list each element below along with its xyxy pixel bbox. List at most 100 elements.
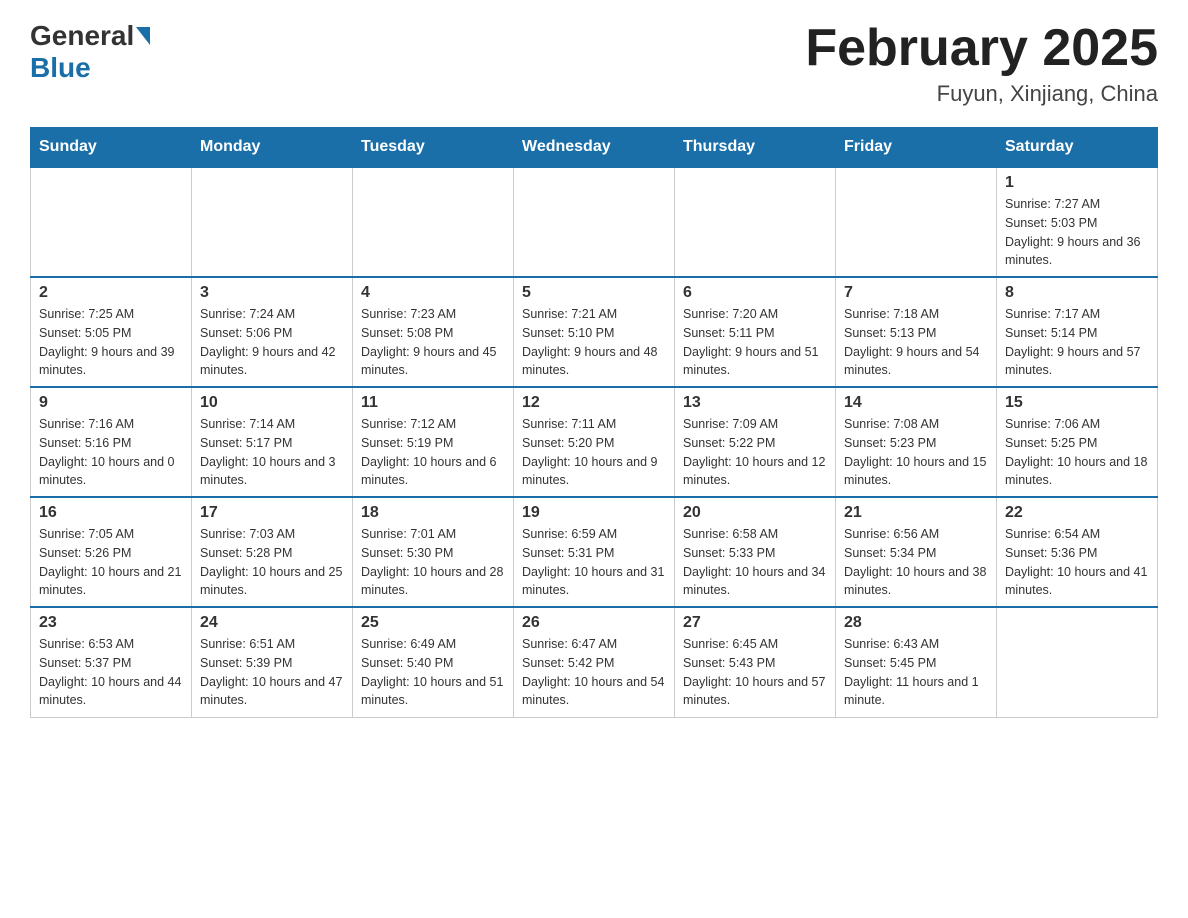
header-cell-monday: Monday [192,128,353,168]
day-number: 24 [200,614,344,632]
week-row-3: 16 Sunrise: 7:05 AMSunset: 5:26 PMDayligh… [31,497,1158,607]
header-row: SundayMondayTuesdayWednesdayThursdayFrid… [31,128,1158,168]
day-info: Sunrise: 6:43 AMSunset: 5:45 PMDaylight:… [844,635,988,710]
logo-text: General [30,20,150,52]
day-info: Sunrise: 7:21 AMSunset: 5:10 PMDaylight:… [522,305,666,380]
calendar-table: SundayMondayTuesdayWednesdayThursdayFrid… [30,127,1158,718]
day-info: Sunrise: 7:23 AMSunset: 5:08 PMDaylight:… [361,305,505,380]
calendar-cell: 25 Sunrise: 6:49 AMSunset: 5:40 PMDayligh… [353,607,514,717]
location-title: Fuyun, Xinjiang, China [805,81,1158,107]
header-cell-tuesday: Tuesday [353,128,514,168]
day-number: 17 [200,504,344,522]
day-info: Sunrise: 7:05 AMSunset: 5:26 PMDaylight:… [39,525,183,600]
day-info: Sunrise: 7:03 AMSunset: 5:28 PMDaylight:… [200,525,344,600]
calendar-cell: 13Sunrise: 7:09 AMSunset: 5:22 PMDayligh… [675,387,836,497]
calendar-cell: 22Sunrise: 6:54 AMSunset: 5:36 PMDayligh… [997,497,1158,607]
calendar-cell: 4 Sunrise: 7:23 AMSunset: 5:08 PMDaylight… [353,277,514,387]
calendar-cell [514,167,675,277]
day-info: Sunrise: 7:09 AMSunset: 5:22 PMDaylight:… [683,415,827,490]
calendar-cell [675,167,836,277]
day-info: Sunrise: 7:18 AMSunset: 5:13 PMDaylight:… [844,305,988,380]
calendar-cell [31,167,192,277]
calendar-cell: 19 Sunrise: 6:59 AMSunset: 5:31 PMDayligh… [514,497,675,607]
day-number: 27 [683,614,827,632]
calendar-cell: 18Sunrise: 7:01 AMSunset: 5:30 PMDayligh… [353,497,514,607]
calendar-cell [997,607,1158,717]
calendar-cell: 15 Sunrise: 7:06 AMSunset: 5:25 PMDayligh… [997,387,1158,497]
calendar-cell: 20Sunrise: 6:58 AMSunset: 5:33 PMDayligh… [675,497,836,607]
header-cell-friday: Friday [836,128,997,168]
day-info: Sunrise: 6:54 AMSunset: 5:36 PMDaylight:… [1005,525,1149,600]
day-number: 14 [844,394,988,412]
day-number: 15 [1005,394,1149,412]
calendar-cell: 26 Sunrise: 6:47 AMSunset: 5:42 PMDayligh… [514,607,675,717]
day-info: Sunrise: 7:06 AMSunset: 5:25 PMDaylight:… [1005,415,1149,490]
calendar-cell: 23 Sunrise: 6:53 AMSunset: 5:37 PMDayligh… [31,607,192,717]
calendar-cell: 11 Sunrise: 7:12 AMSunset: 5:19 PMDayligh… [353,387,514,497]
day-number: 3 [200,284,344,302]
day-number: 6 [683,284,827,302]
week-row-2: 9 Sunrise: 7:16 AMSunset: 5:16 PMDaylight… [31,387,1158,497]
day-info: Sunrise: 7:17 AMSunset: 5:14 PMDaylight:… [1005,305,1149,380]
calendar-cell: 5Sunrise: 7:21 AMSunset: 5:10 PMDaylight… [514,277,675,387]
day-info: Sunrise: 7:24 AMSunset: 5:06 PMDaylight:… [200,305,344,380]
calendar-body: 1Sunrise: 7:27 AMSunset: 5:03 PMDaylight… [31,167,1158,717]
day-number: 28 [844,614,988,632]
day-number: 2 [39,284,183,302]
page-header: General Blue February 2025 Fuyun, Xinjia… [30,20,1158,107]
title-section: February 2025 Fuyun, Xinjiang, China [805,20,1158,107]
day-info: Sunrise: 6:53 AMSunset: 5:37 PMDaylight:… [39,635,183,710]
day-info: Sunrise: 6:59 AMSunset: 5:31 PMDaylight:… [522,525,666,600]
day-number: 25 [361,614,505,632]
calendar-cell [192,167,353,277]
logo: General Blue [30,20,150,84]
day-info: Sunrise: 7:14 AMSunset: 5:17 PMDaylight:… [200,415,344,490]
calendar-cell: 9 Sunrise: 7:16 AMSunset: 5:16 PMDaylight… [31,387,192,497]
week-row-1: 2Sunrise: 7:25 AMSunset: 5:05 PMDaylight… [31,277,1158,387]
calendar-cell [836,167,997,277]
header-cell-saturday: Saturday [997,128,1158,168]
day-number: 9 [39,394,183,412]
calendar-cell: 14 Sunrise: 7:08 AMSunset: 5:23 PMDayligh… [836,387,997,497]
calendar-cell: 6 Sunrise: 7:20 AMSunset: 5:11 PMDaylight… [675,277,836,387]
month-title: February 2025 [805,20,1158,77]
day-info: Sunrise: 7:16 AMSunset: 5:16 PMDaylight:… [39,415,183,490]
day-info: Sunrise: 7:12 AMSunset: 5:19 PMDaylight:… [361,415,505,490]
header-cell-thursday: Thursday [675,128,836,168]
calendar-cell: 2Sunrise: 7:25 AMSunset: 5:05 PMDaylight… [31,277,192,387]
day-number: 19 [522,504,666,522]
day-number: 4 [361,284,505,302]
day-info: Sunrise: 7:08 AMSunset: 5:23 PMDaylight:… [844,415,988,490]
day-number: 23 [39,614,183,632]
day-info: Sunrise: 6:51 AMSunset: 5:39 PMDaylight:… [200,635,344,710]
day-info: Sunrise: 6:56 AMSunset: 5:34 PMDaylight:… [844,525,988,600]
logo-blue-part [134,27,150,45]
week-row-4: 23 Sunrise: 6:53 AMSunset: 5:37 PMDayligh… [31,607,1158,717]
calendar-cell: 3 Sunrise: 7:24 AMSunset: 5:06 PMDaylight… [192,277,353,387]
day-info: Sunrise: 6:58 AMSunset: 5:33 PMDaylight:… [683,525,827,600]
calendar-cell: 8Sunrise: 7:17 AMSunset: 5:14 PMDaylight… [997,277,1158,387]
day-info: Sunrise: 6:47 AMSunset: 5:42 PMDaylight:… [522,635,666,710]
calendar-header: SundayMondayTuesdayWednesdayThursdayFrid… [31,128,1158,168]
day-number: 16 [39,504,183,522]
calendar-cell [353,167,514,277]
header-cell-wednesday: Wednesday [514,128,675,168]
day-info: Sunrise: 7:11 AMSunset: 5:20 PMDaylight:… [522,415,666,490]
day-info: Sunrise: 6:45 AMSunset: 5:43 PMDaylight:… [683,635,827,710]
calendar-cell: 27 Sunrise: 6:45 AMSunset: 5:43 PMDayligh… [675,607,836,717]
day-number: 18 [361,504,505,522]
day-number: 10 [200,394,344,412]
day-info: Sunrise: 7:20 AMSunset: 5:11 PMDaylight:… [683,305,827,380]
calendar-cell: 10 Sunrise: 7:14 AMSunset: 5:17 PMDayligh… [192,387,353,497]
calendar-cell: 16 Sunrise: 7:05 AMSunset: 5:26 PMDayligh… [31,497,192,607]
logo-blue-text: Blue [30,52,91,84]
week-row-0: 1Sunrise: 7:27 AMSunset: 5:03 PMDaylight… [31,167,1158,277]
calendar-cell: 12Sunrise: 7:11 AMSunset: 5:20 PMDayligh… [514,387,675,497]
logo-arrow-icon [136,27,150,45]
calendar-cell: 21Sunrise: 6:56 AMSunset: 5:34 PMDayligh… [836,497,997,607]
calendar-cell: 28 Sunrise: 6:43 AMSunset: 5:45 PMDayligh… [836,607,997,717]
day-number: 26 [522,614,666,632]
day-info: Sunrise: 6:49 AMSunset: 5:40 PMDaylight:… [361,635,505,710]
day-number: 11 [361,394,505,412]
day-info: Sunrise: 7:27 AMSunset: 5:03 PMDaylight:… [1005,195,1149,270]
